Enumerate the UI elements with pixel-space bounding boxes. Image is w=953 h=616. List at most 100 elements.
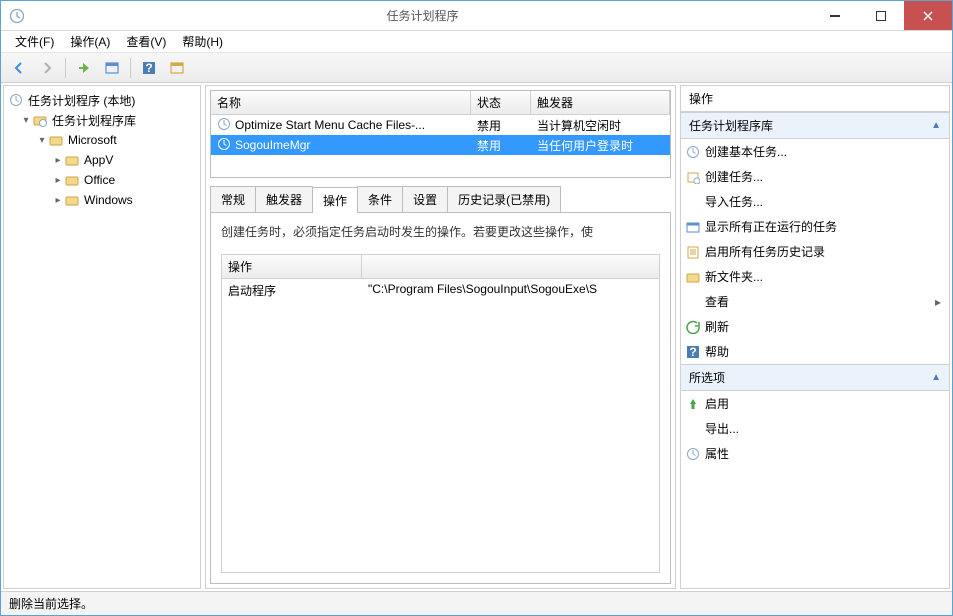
action-import-task[interactable]: 导入任务... xyxy=(681,189,949,214)
actions-pane-body: 任务计划程序库 ▲ 创建基本任务... 创建任务... 导入任务... 显示所有… xyxy=(681,112,949,588)
svg-text:?: ? xyxy=(145,61,152,75)
forward-button[interactable] xyxy=(35,56,59,80)
task-row-selected[interactable]: SogouImeMgr 禁用 当任何用户登录时 xyxy=(211,135,670,155)
menu-view[interactable]: 查看(V) xyxy=(118,31,174,52)
toolbar: ? xyxy=(1,53,952,83)
tree-library[interactable]: ▾ 任务计划程序库 xyxy=(6,110,198,130)
collapse-icon[interactable]: ▲ xyxy=(931,372,941,383)
tab-settings[interactable]: 设置 xyxy=(402,186,448,212)
action-row[interactable]: 启动程序 "C:\Program Files\SogouInput\SogouE… xyxy=(222,279,659,302)
actions-pane: 操作 任务计划程序库 ▲ 创建基本任务... 创建任务... 导入任务... 显… xyxy=(680,85,950,589)
tab-actions[interactable]: 操作 xyxy=(312,187,358,213)
action-show-running[interactable]: 显示所有正在运行的任务 xyxy=(681,214,949,239)
tab-history[interactable]: 历史记录(已禁用) xyxy=(447,186,561,212)
task-name: Optimize Start Menu Cache Files-... xyxy=(235,118,425,132)
export-icon xyxy=(685,421,701,437)
folder-clock-icon xyxy=(32,112,48,128)
task-icon xyxy=(217,137,231,154)
refresh-icon xyxy=(685,319,701,335)
import-icon xyxy=(685,194,701,210)
view-icon xyxy=(685,294,701,310)
running-tasks-icon xyxy=(685,219,701,235)
action-new-folder[interactable]: 新文件夹... xyxy=(681,264,949,289)
new-folder-icon xyxy=(685,269,701,285)
action-type: 启动程序 xyxy=(222,279,362,302)
col-trigger[interactable]: 触发器 xyxy=(531,91,670,114)
task-trigger: 当任何用户登录时 xyxy=(531,136,670,155)
help-icon: ? xyxy=(685,344,701,360)
task-trigger: 当计算机空闲时 xyxy=(531,116,670,135)
svg-text:?: ? xyxy=(689,345,696,359)
action-refresh[interactable]: 刷新 xyxy=(681,314,949,339)
menu-file[interactable]: 文件(F) xyxy=(7,31,62,52)
folder-icon xyxy=(64,192,80,208)
menu-action[interactable]: 操作(A) xyxy=(62,31,118,52)
close-button[interactable] xyxy=(904,1,952,30)
action-properties[interactable]: 属性 xyxy=(681,441,949,466)
submenu-arrow-icon: ▸ xyxy=(935,295,941,309)
tree-root[interactable]: 任务计划程序 (本地) xyxy=(6,90,198,110)
col-status[interactable]: 状态 xyxy=(471,91,531,114)
maximize-button[interactable] xyxy=(858,1,904,30)
group-label: 所选项 xyxy=(689,369,725,386)
help-toolbar-button[interactable]: ? xyxy=(137,56,161,80)
minimize-button[interactable] xyxy=(812,1,858,30)
tab-conditions[interactable]: 条件 xyxy=(357,186,403,212)
col-action[interactable]: 操作 xyxy=(222,255,362,278)
task-icon xyxy=(685,169,701,185)
task-status: 禁用 xyxy=(471,136,531,155)
actions-table[interactable]: 操作 启动程序 "C:\Program Files\SogouInput\Sog… xyxy=(221,254,660,573)
tree-microsoft[interactable]: ▾ Microsoft xyxy=(6,130,198,150)
col-name[interactable]: 名称 xyxy=(211,91,471,114)
back-button[interactable] xyxy=(7,56,31,80)
toolbar-separator xyxy=(130,58,131,78)
group-label: 任务计划程序库 xyxy=(689,117,773,134)
action-view[interactable]: 查看 ▸ xyxy=(681,289,949,314)
action-detail: "C:\Program Files\SogouInput\SogouExe\S xyxy=(362,279,659,302)
collapse-icon[interactable]: ▲ xyxy=(931,120,941,131)
tab-body: 创建任务时，必须指定任务启动时发生的操作。若要更改这些操作，使 操作 启动程序 … xyxy=(210,212,671,584)
expand-icon[interactable]: ▸ xyxy=(52,175,64,186)
task-list[interactable]: 名称 状态 触发器 Optimize Start Menu Cache File… xyxy=(210,90,671,178)
task-name: SogouImeMgr xyxy=(235,138,310,152)
tree-label: AppV xyxy=(84,153,113,167)
actions-group-selected[interactable]: 所选项 ▲ xyxy=(681,364,949,391)
task-wizard-icon xyxy=(685,144,701,160)
task-list-header: 名称 状态 触发器 xyxy=(211,91,670,115)
scope-tree[interactable]: 任务计划程序 (本地) ▾ 任务计划程序库 ▾ Microsoft ▸ AppV… xyxy=(4,86,200,588)
actions-pane-title: 操作 xyxy=(681,86,949,112)
action-enable-history[interactable]: 启用所有任务历史记录 xyxy=(681,239,949,264)
action-help[interactable]: ? 帮助 xyxy=(681,339,949,364)
task-icon xyxy=(217,117,231,134)
actions-description: 创建任务时，必须指定任务启动时发生的操作。若要更改这些操作，使 xyxy=(221,223,660,240)
tree-office[interactable]: ▸ Office xyxy=(6,170,198,190)
action-export[interactable]: 导出... xyxy=(681,416,949,441)
history-icon xyxy=(685,244,701,260)
center-pane: 名称 状态 触发器 Optimize Start Menu Cache File… xyxy=(205,85,676,589)
expand-icon[interactable]: ▸ xyxy=(52,155,64,166)
up-button[interactable] xyxy=(72,56,96,80)
tab-triggers[interactable]: 触发器 xyxy=(255,186,313,212)
clock-icon xyxy=(8,92,24,108)
tab-general[interactable]: 常规 xyxy=(210,186,256,212)
app-icon xyxy=(9,8,25,24)
action-create-basic-task[interactable]: 创建基本任务... xyxy=(681,139,949,164)
task-status: 禁用 xyxy=(471,116,531,135)
actions-group-library[interactable]: 任务计划程序库 ▲ xyxy=(681,112,949,139)
status-text: 删除当前选择。 xyxy=(9,595,93,612)
menu-bar: 文件(F) 操作(A) 查看(V) 帮助(H) xyxy=(1,31,952,53)
task-row[interactable]: Optimize Start Menu Cache Files-... 禁用 当… xyxy=(211,115,670,135)
menu-help[interactable]: 帮助(H) xyxy=(174,31,231,52)
tree-windows[interactable]: ▸ Windows xyxy=(6,190,198,210)
tree-appv[interactable]: ▸ AppV xyxy=(6,150,198,170)
collapse-icon[interactable]: ▾ xyxy=(20,115,32,126)
col-detail[interactable] xyxy=(362,255,659,278)
expand-icon[interactable]: ▸ xyxy=(52,195,64,206)
tree-label: 任务计划程序库 xyxy=(52,112,136,129)
folder-icon xyxy=(64,172,80,188)
collapse-icon[interactable]: ▾ xyxy=(36,135,48,146)
action-enable[interactable]: 启用 xyxy=(681,391,949,416)
action-create-task[interactable]: 创建任务... xyxy=(681,164,949,189)
view-button[interactable] xyxy=(165,56,189,80)
properties-button[interactable] xyxy=(100,56,124,80)
